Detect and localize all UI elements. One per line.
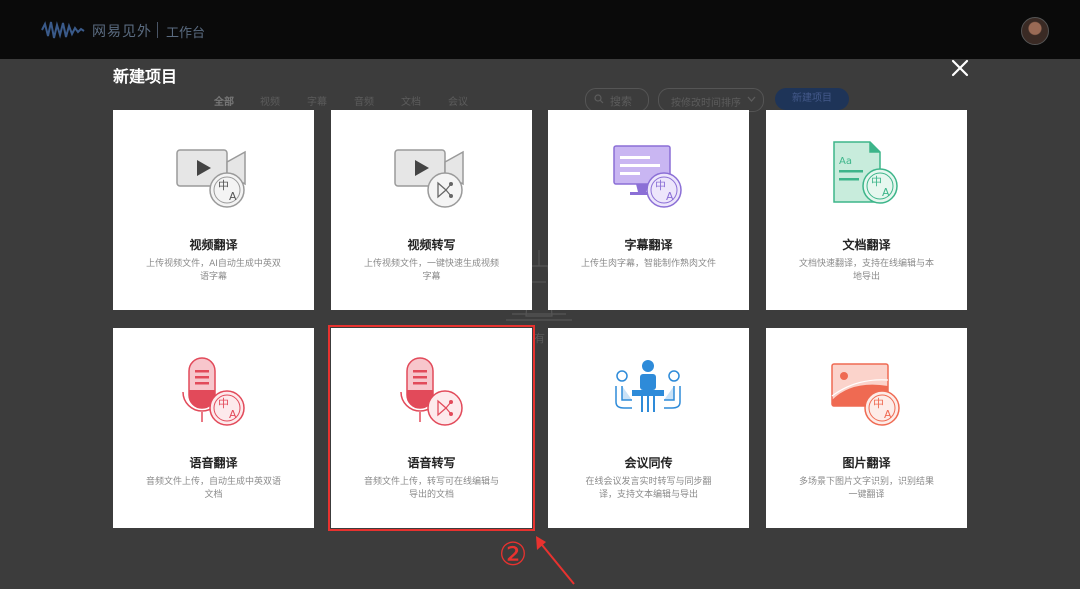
aa-glyph: Aa [839, 156, 852, 167]
user-avatar[interactable] [1021, 17, 1049, 45]
card-description: 多场景下图片文字识别，识别结果一键翻译 [798, 477, 934, 500]
subtitle-translate-icon: 中 A [613, 145, 682, 208]
logo-wave-icon [41, 21, 85, 39]
card-description: 音频文件上传，自动生成中英双语文档 [145, 477, 281, 500]
sort-dropdown[interactable]: 按修改时间排序 [658, 88, 764, 112]
en-glyph: A [882, 186, 890, 199]
brand-divider [157, 22, 158, 38]
card-video-translate[interactable]: 中 A 视频翻译 上传视频文件，AI自动生成中英双语字幕 [113, 110, 314, 310]
workspace-link[interactable]: 工作台 [166, 22, 205, 41]
card-document-translate[interactable]: Aa 中 A 文档翻译 文档快速翻译，支持在线编辑与本地导出 [766, 110, 967, 310]
zh-glyph: 中 [871, 175, 882, 188]
card-description: 文档快速翻译，支持在线编辑与本地导出 [798, 259, 934, 282]
sort-label: 按修改时间排序 [671, 98, 741, 109]
modal-title: 新建项目 [113, 67, 178, 86]
zh-glyph: 中 [218, 179, 229, 192]
tab-meeting[interactable]: 会议 [448, 93, 468, 108]
zh-glyph: 中 [873, 397, 884, 410]
card-title: 会议同传 [624, 456, 673, 470]
document-translate-icon: Aa 中 A [833, 141, 898, 204]
tab-audio[interactable]: 音频 [354, 93, 374, 108]
brand-name: 网易见外 [92, 24, 152, 40]
card-title: 字幕翻译 [624, 238, 673, 252]
en-glyph: A [884, 408, 892, 421]
en-glyph: A [229, 190, 237, 203]
image-translate-icon: 中 A [831, 363, 900, 426]
annotation-arrow-icon [536, 536, 575, 585]
card-audio-translate[interactable]: 中 A 语音翻译 音频文件上传，自动生成中英双语文档 [113, 328, 314, 528]
chevron-down-icon [747, 96, 756, 102]
zh-glyph: 中 [655, 179, 666, 192]
new-project-button[interactable]: 新建项目 [775, 88, 849, 110]
meeting-interpret-icon [615, 360, 681, 412]
card-title: 语音翻译 [189, 456, 238, 470]
step-annotation: ② [498, 535, 528, 573]
search-label: 搜索 [610, 95, 632, 108]
tab-video[interactable]: 视频 [260, 93, 280, 108]
search-box[interactable]: 搜索 [585, 88, 649, 112]
tab-subtitle[interactable]: 字幕 [307, 93, 327, 108]
zh-glyph: 中 [218, 397, 229, 410]
card-description: 在线会议发言实时转写与同步翻译，支持文本编辑与导出 [585, 477, 712, 500]
card-title: 视频转写 [407, 238, 456, 252]
card-audio-transcribe[interactable]: 语音转写 音频文件上传，转写可在线编辑与导出的文档 [328, 325, 535, 531]
background-text: 有 [534, 332, 545, 345]
card-description: 上传生肉字幕，智能制作熟肉文件 [580, 259, 716, 269]
top-app-bar: 网易见外 工作台 [0, 0, 1080, 59]
card-title: 文档翻译 [842, 238, 891, 252]
card-video-transcribe[interactable]: 视频转写 上传视频文件，一键快速生成视频字幕 [331, 110, 532, 310]
en-glyph: A [666, 190, 674, 203]
en-glyph: A [229, 408, 237, 421]
card-title: 语音转写 [407, 456, 456, 470]
audio-transcribe-icon [400, 357, 463, 426]
audio-translate-icon: 中 A [182, 357, 245, 426]
card-description: 音频文件上传，转写可在线编辑与导出的文档 [363, 477, 499, 500]
card-image-translate[interactable]: 中 A 图片翻译 多场景下图片文字识别，识别结果一键翻译 [766, 328, 967, 528]
video-transcribe-icon [394, 149, 464, 208]
card-description: 上传视频文件，AI自动生成中英双语字幕 [146, 259, 281, 282]
card-meeting-interpret[interactable]: 会议同传 在线会议发言实时转写与同步翻译，支持文本编辑与导出 [548, 328, 749, 528]
card-title: 视频翻译 [189, 238, 238, 252]
card-description: 上传视频文件，一键快速生成视频字幕 [363, 259, 499, 282]
tab-document[interactable]: 文档 [401, 93, 421, 108]
card-title: 图片翻译 [842, 456, 891, 470]
search-icon [594, 94, 604, 104]
card-subtitle-translate[interactable]: 中 A 字幕翻译 上传生肉字幕，智能制作熟肉文件 [548, 110, 749, 310]
close-icon[interactable] [948, 56, 972, 80]
video-translate-icon: 中 A [176, 149, 246, 208]
tab-all[interactable]: 全部 [214, 93, 234, 108]
